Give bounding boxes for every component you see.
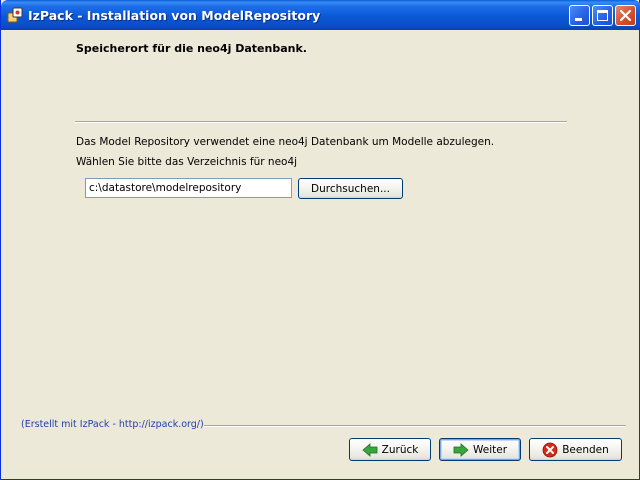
minimize-icon [575,18,582,21]
back-button-label: Zurück [381,443,419,456]
arrow-right-icon [453,442,469,457]
arrow-left-icon [362,442,378,457]
next-button-label: Weiter [472,443,508,456]
installer-panel: Speicherort für die neo4j Datenbank. Das… [1,30,640,480]
title-bar[interactable]: IzPack - Installation von ModelRepositor… [1,0,640,30]
database-path-input[interactable] [85,178,292,198]
maximize-icon [597,10,608,21]
description-line-2: Wählen Sie bitte das Verzeichnis für neo… [76,156,298,168]
maximize-button[interactable] [592,5,613,26]
footer-separator [204,425,626,427]
browse-button[interactable]: Durchsuchen... [298,178,403,199]
izpack-app-icon [7,7,23,23]
cancel-icon [542,442,558,457]
description-line-1: Das Model Repository verwendet eine neo4… [76,136,495,148]
close-icon [619,9,632,22]
browse-button-label: Durchsuchen... [311,182,390,195]
next-button[interactable]: Weiter [439,438,521,461]
quit-button-label: Beenden [562,443,609,456]
back-button[interactable]: Zurück [349,438,431,461]
credits-text: (Erstellt mit IzPack - http://izpack.org… [21,419,204,430]
quit-button[interactable]: Beenden [529,438,622,461]
window-title: IzPack - Installation von ModelRepositor… [28,8,321,23]
header-separator [75,121,567,123]
installer-window: IzPack - Installation von ModelRepositor… [0,0,640,480]
close-button[interactable] [615,5,636,26]
minimize-button[interactable] [569,5,590,26]
panel-heading: Speicherort für die neo4j Datenbank. [76,42,307,55]
